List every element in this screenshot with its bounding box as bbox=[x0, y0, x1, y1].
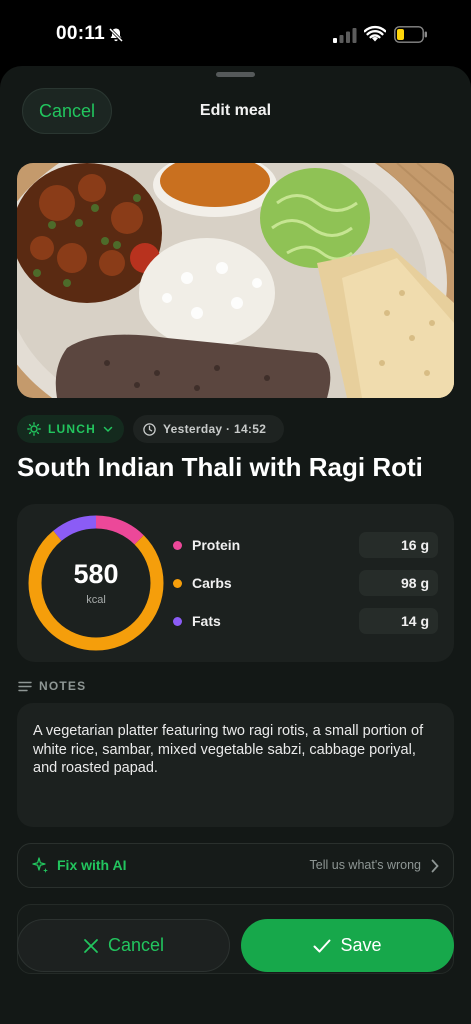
fats-dot bbox=[173, 617, 182, 626]
checkmark-icon bbox=[313, 939, 331, 952]
carbs-dot bbox=[173, 579, 182, 588]
fix-with-ai-button[interactable]: Fix with AI Tell us what's wrong bbox=[17, 843, 454, 888]
sun-icon bbox=[27, 422, 41, 436]
chevron-right-icon bbox=[431, 859, 439, 873]
chevron-down-icon bbox=[103, 426, 113, 433]
cancel-label: Cancel bbox=[107, 935, 165, 955]
notes-label: NOTES bbox=[39, 679, 87, 693]
meal-type-label: LUNCH bbox=[48, 422, 96, 436]
battery-low-icon bbox=[394, 26, 427, 43]
fix-with-ai-hint: Tell us what's wrong bbox=[309, 858, 421, 872]
cancel-button[interactable]: Cancel bbox=[17, 919, 230, 972]
meal-photo bbox=[17, 163, 454, 398]
wifi-icon bbox=[364, 25, 386, 42]
sheet-grabber[interactable] bbox=[216, 72, 255, 77]
protein-value-field[interactable]: 16 g bbox=[359, 532, 438, 558]
macro-row-protein: Protein 16 g bbox=[173, 532, 438, 558]
save-button[interactable]: Save bbox=[241, 919, 454, 972]
macro-name: Carbs bbox=[192, 575, 232, 591]
macro-row-fats: Fats 14 g bbox=[173, 608, 438, 634]
edit-meal-sheet: Cancel Edit meal LUNCH Yesterday · 14:52… bbox=[0, 66, 471, 1024]
status-bar: 00:11 bbox=[0, 0, 471, 66]
save-label: Save bbox=[340, 935, 382, 955]
fix-with-ai-label: Fix with AI bbox=[57, 857, 127, 873]
close-icon bbox=[84, 938, 98, 953]
sparkle-icon bbox=[32, 857, 48, 873]
cellular-signal-icon bbox=[333, 28, 357, 43]
meal-time-chip[interactable]: Yesterday · 14:52 bbox=[133, 415, 284, 443]
macro-name: Protein bbox=[192, 537, 241, 553]
meal-time-label: Yesterday · 14:52 bbox=[163, 422, 267, 436]
text-lines-icon bbox=[18, 681, 32, 691]
macro-row-carbs: Carbs 98 g bbox=[173, 570, 438, 596]
fats-value-field[interactable]: 14 g bbox=[359, 608, 438, 634]
macro-name: Fats bbox=[192, 613, 221, 629]
meal-type-dropdown[interactable]: LUNCH bbox=[17, 415, 124, 443]
header-cancel-button[interactable]: Cancel bbox=[22, 88, 112, 134]
meal-title[interactable]: South Indian Thali with Ragi Roti bbox=[17, 452, 423, 483]
carbs-value-field[interactable]: 98 g bbox=[359, 570, 438, 596]
notes-header: NOTES bbox=[18, 679, 86, 693]
notes-textarea[interactable]: A vegetarian platter featuring two ragi … bbox=[17, 703, 454, 827]
status-time: 00:11 bbox=[56, 23, 106, 44]
bell-off-icon bbox=[108, 27, 124, 43]
protein-dot bbox=[173, 541, 182, 550]
nutrition-card: 580 kcal Protein 16 g Carbs 98 g Fats 14… bbox=[17, 504, 454, 662]
calories-value: 580 bbox=[73, 559, 119, 589]
clock-icon bbox=[143, 422, 156, 436]
calories-unit: kcal bbox=[86, 594, 106, 606]
